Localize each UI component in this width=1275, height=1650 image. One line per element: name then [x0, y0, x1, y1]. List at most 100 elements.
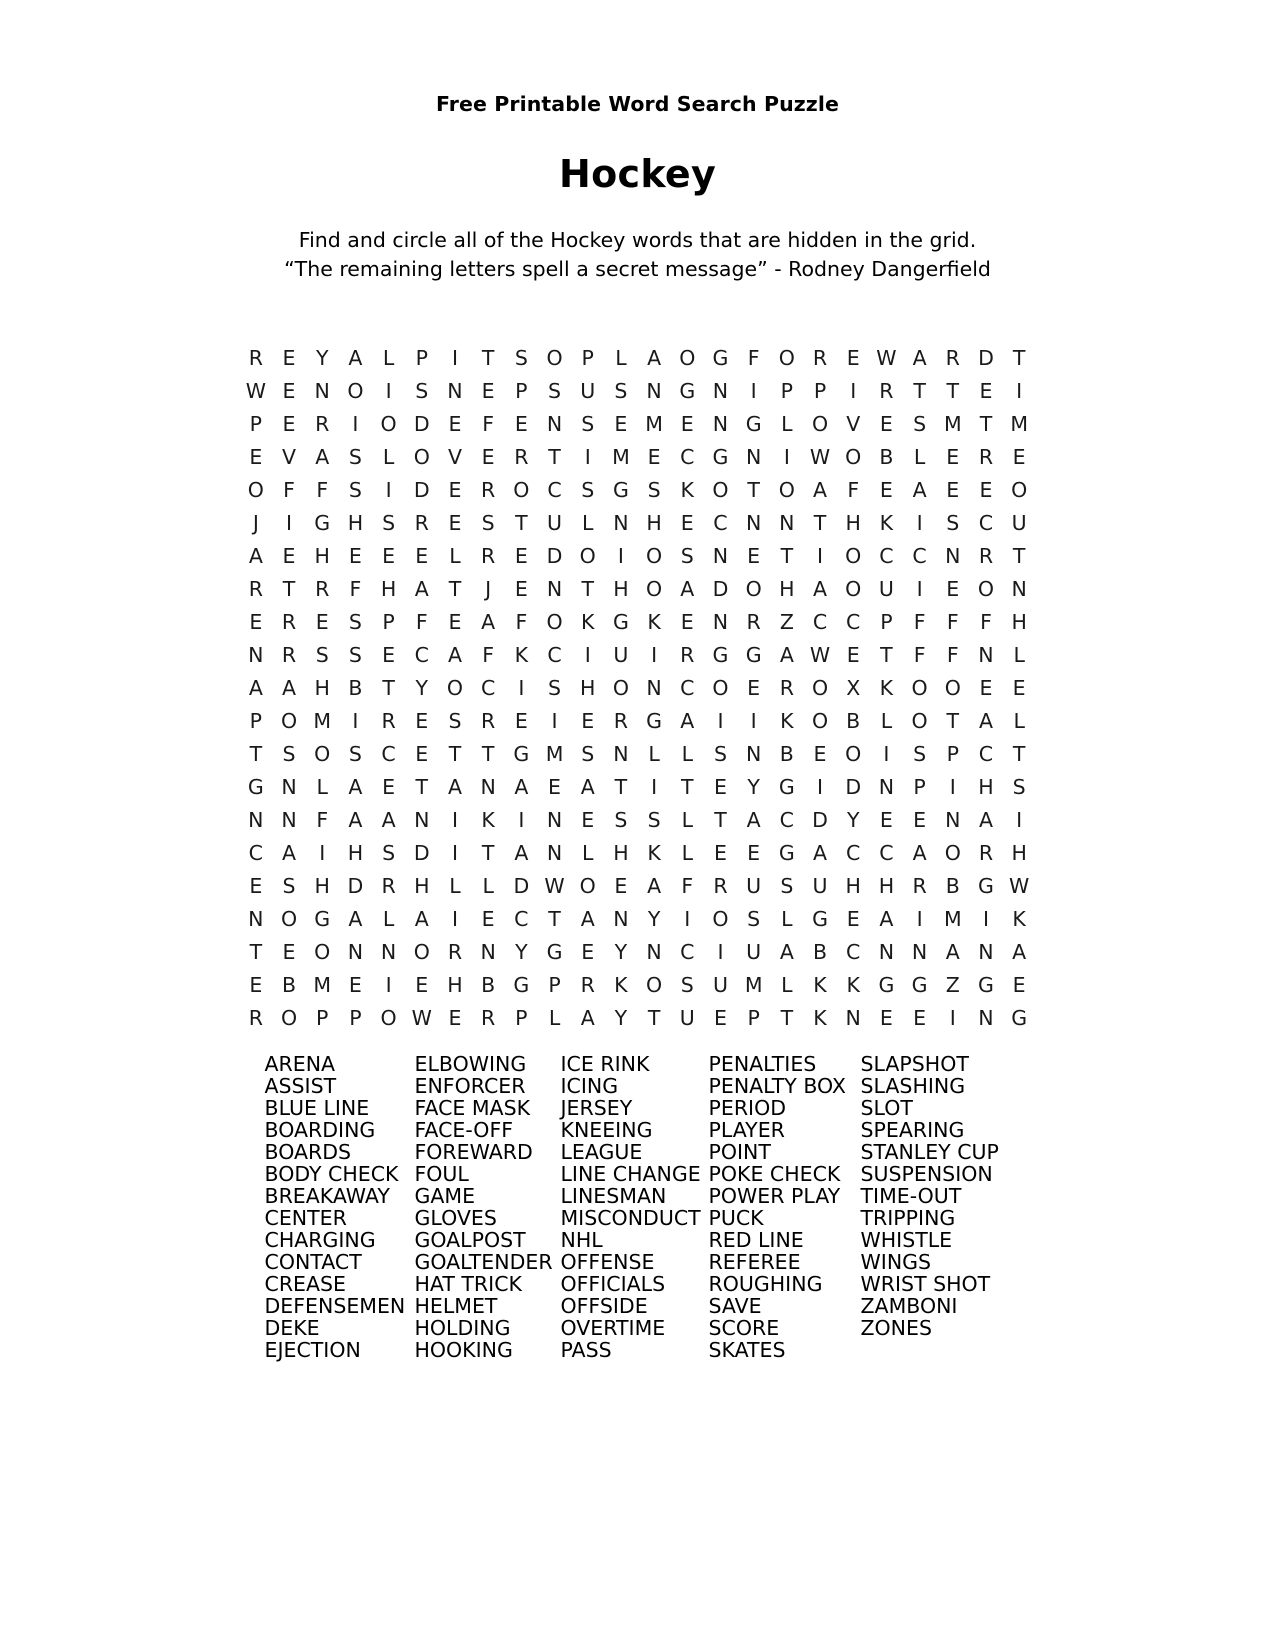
word-list-item[interactable]: LINE CHANGE [561, 1163, 709, 1185]
grid-cell[interactable]: G [737, 408, 770, 441]
grid-cell[interactable]: H [306, 540, 339, 573]
word-list-item[interactable]: FOREWARD [415, 1141, 561, 1163]
grid-cell[interactable]: G [239, 771, 272, 804]
word-list-item[interactable]: EJECTION [265, 1339, 415, 1361]
grid-cell[interactable]: S [638, 804, 671, 837]
grid-cell[interactable]: T [936, 375, 969, 408]
grid-cell[interactable]: Z [770, 606, 803, 639]
word-list-item[interactable]: SLASHING [861, 1075, 1011, 1097]
word-list-item[interactable]: GAME [415, 1185, 561, 1207]
grid-cell[interactable]: H [604, 837, 637, 870]
grid-cell[interactable]: N [604, 507, 637, 540]
grid-cell[interactable]: G [770, 837, 803, 870]
grid-cell[interactable]: P [936, 738, 969, 771]
grid-cell[interactable]: T [505, 507, 538, 540]
grid-cell[interactable]: R [969, 441, 1002, 474]
grid-cell[interactable]: P [239, 705, 272, 738]
grid-cell[interactable]: N [538, 408, 571, 441]
grid-cell[interactable]: S [671, 540, 704, 573]
grid-cell[interactable]: G [704, 342, 737, 375]
grid-cell[interactable]: A [638, 870, 671, 903]
word-list-item[interactable]: SLAPSHOT [861, 1053, 1011, 1075]
grid-cell[interactable]: A [505, 771, 538, 804]
grid-cell[interactable]: N [704, 408, 737, 441]
grid-cell[interactable]: L [870, 705, 903, 738]
grid-cell[interactable]: Y [405, 672, 438, 705]
grid-cell[interactable]: S [903, 408, 936, 441]
word-list-item[interactable]: FACE MASK [415, 1097, 561, 1119]
grid-cell[interactable]: E [737, 837, 770, 870]
grid-cell[interactable]: D [405, 474, 438, 507]
grid-cell[interactable]: N [372, 936, 405, 969]
word-list-item[interactable]: PENALTIES [709, 1053, 861, 1075]
grid-cell[interactable]: S [1003, 771, 1036, 804]
grid-cell[interactable]: E [472, 375, 505, 408]
grid-cell[interactable]: E [239, 606, 272, 639]
grid-cell[interactable]: C [903, 540, 936, 573]
grid-cell[interactable]: I [903, 903, 936, 936]
grid-cell[interactable]: G [671, 375, 704, 408]
grid-cell[interactable]: S [438, 705, 471, 738]
grid-cell[interactable]: C [472, 672, 505, 705]
grid-cell[interactable]: E [438, 1002, 471, 1035]
grid-cell[interactable]: A [671, 573, 704, 606]
grid-cell[interactable]: F [306, 474, 339, 507]
grid-cell[interactable]: L [438, 870, 471, 903]
grid-cell[interactable]: E [571, 936, 604, 969]
word-list-item[interactable]: PENALTY BOX [709, 1075, 861, 1097]
grid-cell[interactable]: U [803, 870, 836, 903]
grid-cell[interactable]: E [903, 1002, 936, 1035]
grid-cell[interactable]: N [1003, 573, 1036, 606]
grid-cell[interactable]: K [638, 837, 671, 870]
grid-cell[interactable]: Y [638, 903, 671, 936]
grid-cell[interactable]: T [538, 903, 571, 936]
grid-cell[interactable]: E [272, 408, 305, 441]
grid-cell[interactable]: H [870, 870, 903, 903]
grid-cell[interactable]: T [372, 672, 405, 705]
grid-cell[interactable]: A [239, 540, 272, 573]
grid-cell[interactable]: I [770, 441, 803, 474]
grid-cell[interactable]: I [604, 540, 637, 573]
grid-cell[interactable]: V [438, 441, 471, 474]
grid-cell[interactable]: O [638, 540, 671, 573]
word-list-item[interactable]: OVERTIME [561, 1317, 709, 1339]
grid-cell[interactable]: A [505, 837, 538, 870]
grid-cell[interactable]: L [671, 837, 704, 870]
grid-cell[interactable]: O [936, 672, 969, 705]
word-list-item[interactable]: WHISTLE [861, 1229, 1011, 1251]
grid-cell[interactable]: N [737, 441, 770, 474]
grid-cell[interactable]: C [870, 837, 903, 870]
grid-cell[interactable]: N [538, 804, 571, 837]
grid-cell[interactable]: N [638, 672, 671, 705]
grid-cell[interactable]: A [339, 804, 372, 837]
grid-cell[interactable]: A [372, 804, 405, 837]
grid-cell[interactable]: P [339, 1002, 372, 1035]
grid-cell[interactable]: A [405, 573, 438, 606]
grid-cell[interactable]: H [969, 771, 1002, 804]
grid-cell[interactable]: C [837, 606, 870, 639]
grid-cell[interactable]: O [372, 408, 405, 441]
grid-cell[interactable]: O [903, 672, 936, 705]
grid-cell[interactable]: E [737, 672, 770, 705]
grid-cell[interactable]: C [837, 837, 870, 870]
grid-cell[interactable]: A [737, 804, 770, 837]
grid-cell[interactable]: B [272, 969, 305, 1002]
grid-cell[interactable]: S [339, 738, 372, 771]
grid-cell[interactable]: T [870, 639, 903, 672]
grid-cell[interactable]: A [969, 804, 1002, 837]
grid-cell[interactable]: E [339, 540, 372, 573]
grid-cell[interactable]: S [604, 804, 637, 837]
grid-cell[interactable]: O [272, 1002, 305, 1035]
grid-cell[interactable]: U [571, 375, 604, 408]
grid-cell[interactable]: G [604, 474, 637, 507]
grid-cell[interactable]: O [704, 903, 737, 936]
grid-cell[interactable]: K [1003, 903, 1036, 936]
grid-cell[interactable]: P [306, 1002, 339, 1035]
grid-cell[interactable]: S [272, 870, 305, 903]
grid-cell[interactable]: V [272, 441, 305, 474]
grid-cell[interactable]: Y [737, 771, 770, 804]
word-list-item[interactable]: SLOT [861, 1097, 1011, 1119]
grid-cell[interactable]: D [803, 804, 836, 837]
grid-cell[interactable]: L [571, 507, 604, 540]
puzzle-grid[interactable]: REYALPITSOPLAOGFOREWARDTWENOISNEPSUSNGNI… [239, 342, 1036, 1035]
